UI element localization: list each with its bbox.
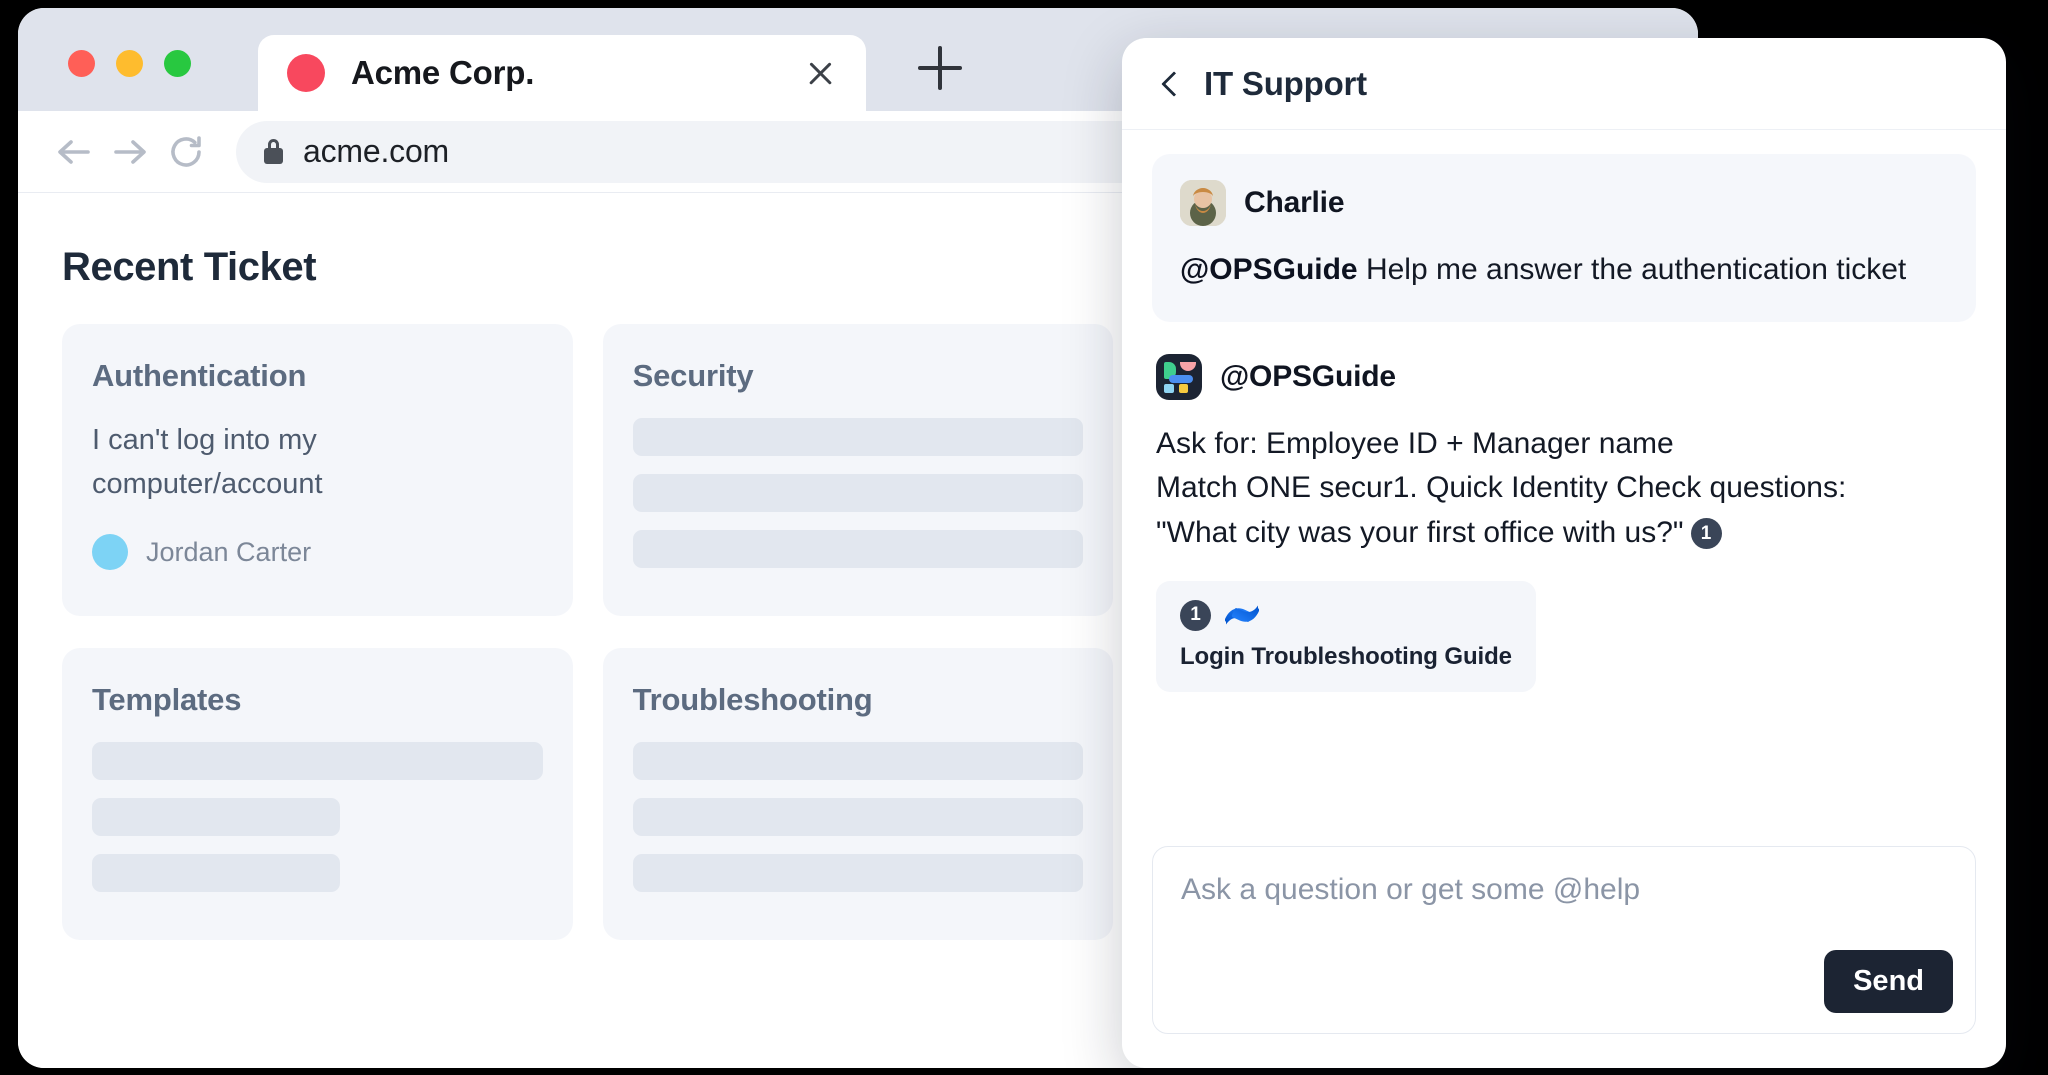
- card-title: Troubleshooting: [632, 682, 873, 717]
- chat-input-placeholder[interactable]: Ask a question or get some @help: [1181, 873, 1947, 907]
- skeleton-bar: [92, 742, 543, 780]
- chat-header: IT Support: [1122, 38, 2006, 130]
- tab-title: Acme Corp.: [351, 54, 535, 91]
- chat-message-user: Charlie @OPSGuide Help me answer the aut…: [1152, 154, 1976, 322]
- message-author: @OPSGuide: [1220, 359, 1396, 393]
- new-tab-icon[interactable]: [918, 46, 962, 90]
- source-card-title: Login Troubleshooting Guide: [1180, 642, 1512, 670]
- ticket-card-security[interactable]: Security: [602, 324, 1114, 616]
- avatar: [92, 534, 128, 571]
- send-button[interactable]: Send: [1824, 950, 1953, 1013]
- skeleton-bar: [632, 742, 1084, 780]
- card-title: Templates: [92, 682, 242, 717]
- chat-message-bot: @OPSGuide Ask for: Employee ID + Manager…: [1152, 344, 1976, 692]
- assignee-name: Jordan Carter: [146, 536, 312, 567]
- mention-opsguide[interactable]: @OPSGuide: [1180, 253, 1358, 286]
- ticket-card-troubleshooting[interactable]: Troubleshooting: [602, 648, 1114, 940]
- citation-badge[interactable]: 1: [1690, 518, 1722, 550]
- url-text: acme.com: [303, 133, 449, 169]
- chat-message-list: Charlie @OPSGuide Help me answer the aut…: [1122, 130, 2006, 846]
- skeleton-bar: [632, 854, 1084, 892]
- citation-number: 1: [1180, 599, 1211, 631]
- answer-line: Ask for: Employee ID + Manager name: [1156, 426, 1674, 460]
- card-assignee: Jordan Carter: [92, 534, 543, 571]
- window-traffic-lights: [68, 50, 191, 77]
- card-title: Security: [632, 358, 754, 393]
- skeleton-bar: [632, 530, 1084, 568]
- avatar: [1180, 180, 1226, 226]
- back-arrow-icon[interactable]: [46, 124, 102, 180]
- answer-line: Match ONE secur1. Quick Identity Check q…: [1156, 471, 1847, 505]
- message-body: Help me answer the authentication ticket: [1357, 253, 1907, 286]
- skeleton-bar: [92, 854, 340, 892]
- browser-tab-active[interactable]: Acme Corp.: [258, 35, 866, 111]
- source-citation-card[interactable]: 1 Login Troubleshooting Guide: [1156, 580, 1536, 692]
- message-author-row: @OPSGuide: [1156, 353, 1972, 400]
- maximize-window-button[interactable]: [164, 50, 191, 77]
- ticket-card-templates[interactable]: Templates: [62, 648, 573, 940]
- answer-line-with-citation: "What city was your first office with us…: [1156, 511, 1972, 555]
- reload-icon[interactable]: [158, 124, 214, 180]
- skeleton-bar: [632, 798, 1084, 836]
- close-window-button[interactable]: [68, 50, 95, 77]
- message-author-row: Charlie: [1180, 180, 1948, 226]
- screenshot-stage: Acme Corp. acme.com Recent Ticket Authen…: [0, 0, 2048, 1075]
- lock-icon: [264, 139, 283, 164]
- bot-answer: Ask for: Employee ID + Manager name Matc…: [1156, 422, 1972, 555]
- chat-input-wrapper[interactable]: Ask a question or get some @help Send: [1152, 846, 1976, 1034]
- skeleton-bar: [92, 798, 340, 836]
- confluence-icon: [1224, 601, 1260, 629]
- chat-title: IT Support: [1204, 64, 1367, 102]
- answer-line: "What city was your first office with us…: [1156, 515, 1684, 549]
- skeleton-bar: [632, 474, 1084, 512]
- minimize-window-button[interactable]: [116, 50, 143, 77]
- message-text: @OPSGuide Help me answer the authenticat…: [1180, 248, 1948, 292]
- ticket-card-authentication[interactable]: Authentication I can't log into my compu…: [62, 324, 573, 616]
- chat-panel: IT Support Charlie @OPSGuide Help me ans…: [1122, 38, 2006, 1068]
- chat-composer-area: Ask a question or get some @help Send: [1122, 846, 2006, 1068]
- opsguide-logo-icon: [1156, 353, 1202, 400]
- source-card-header: 1: [1180, 599, 1512, 631]
- card-body: I can't log into my computer/account: [92, 424, 323, 501]
- forward-arrow-icon[interactable]: [102, 124, 158, 180]
- tab-favicon-icon: [287, 54, 325, 92]
- skeleton-bar: [632, 418, 1084, 456]
- message-author: Charlie: [1244, 186, 1345, 219]
- card-title: Authentication: [92, 358, 307, 393]
- close-tab-icon[interactable]: [800, 53, 840, 93]
- chevron-left-icon[interactable]: [1156, 71, 1182, 97]
